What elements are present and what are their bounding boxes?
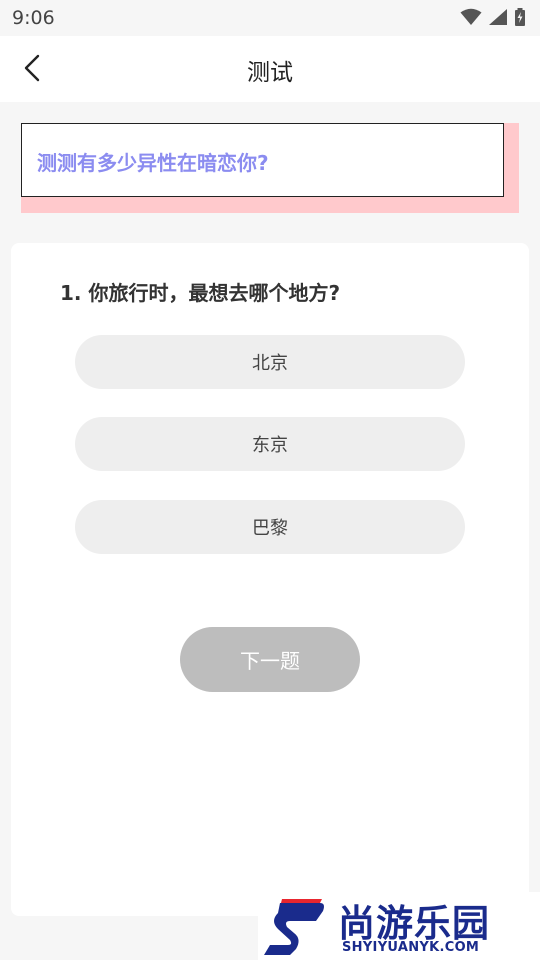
- status-icons: [460, 8, 526, 26]
- status-time: 9:06: [12, 7, 55, 29]
- status-bar: 9:06: [0, 0, 540, 36]
- option-paris-button[interactable]: 巴黎: [75, 500, 465, 554]
- signal-icon: [489, 9, 507, 25]
- banner-box: 测测有多少异性在暗恋你?: [21, 123, 504, 197]
- option-beijing-button[interactable]: 北京: [75, 335, 465, 389]
- next-question-button[interactable]: 下一题: [180, 627, 360, 692]
- app-header: 测试: [0, 36, 540, 102]
- watermark-url: SHYIYUANYK.COM: [342, 940, 480, 955]
- wifi-icon: [460, 8, 482, 25]
- option-tokyo-button[interactable]: 东京: [75, 417, 465, 471]
- watermark-logo-icon: [264, 899, 324, 955]
- watermark: 尚游乐园 SHYIYUANYK.COM: [258, 892, 540, 960]
- question-card: 1. 你旅行时，最想去哪个地方? 北京 东京 巴黎 下一题: [11, 243, 529, 916]
- question-text: 1. 你旅行时，最想去哪个地方?: [60, 281, 341, 305]
- quiz-banner: 测测有多少异性在暗恋你?: [21, 123, 519, 213]
- page-title: 测试: [247, 60, 293, 86]
- battery-icon: [515, 8, 525, 26]
- watermark-name: 尚游乐园: [338, 902, 490, 945]
- quiz-title: 测测有多少异性在暗恋你?: [37, 151, 269, 175]
